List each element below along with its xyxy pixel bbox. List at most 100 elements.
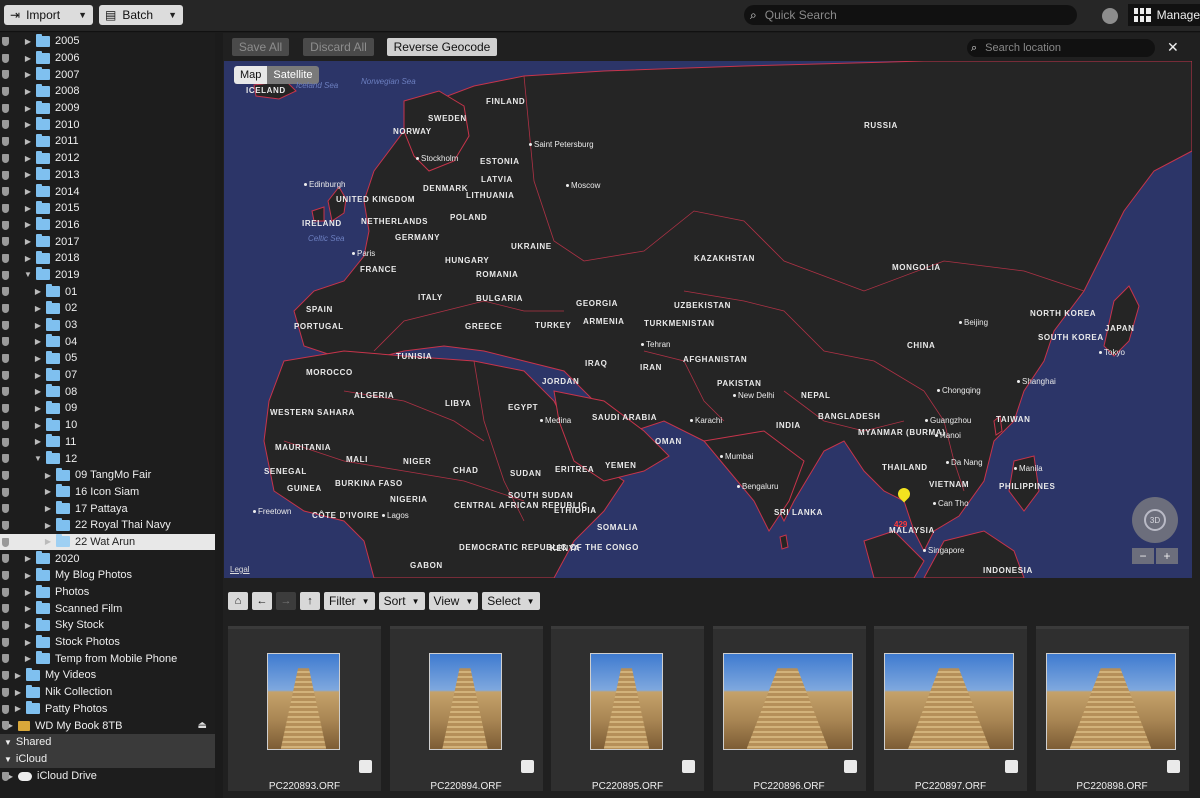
map-view[interactable]: Map Satellite ICELAND FINLAND SWEDEN NORWAY… <box>224 61 1192 578</box>
disclosure-closed-icon[interactable]: ▶ <box>24 154 32 163</box>
tree-item-month[interactable]: ▶ 04 <box>0 333 215 350</box>
tree-item-year[interactable]: ▶ 2009 <box>0 100 215 117</box>
disclosure-closed-icon[interactable]: ▶ <box>14 704 22 713</box>
disclosure-open-icon[interactable]: ▼ <box>24 270 32 279</box>
select-checkbox[interactable] <box>1166 760 1180 773</box>
disclosure-closed-icon[interactable]: ▶ <box>44 537 52 546</box>
tree-item-folder[interactable]: ▶ My Blog Photos <box>0 567 215 584</box>
manage-button[interactable]: Manage <box>1128 4 1200 26</box>
disclosure-open-icon[interactable]: ▼ <box>34 454 42 463</box>
select-checkbox[interactable] <box>843 760 857 773</box>
tree-item-event-selected[interactable]: ▶ 22 Wat Arun <box>0 533 215 551</box>
map-toggle-button[interactable]: Map <box>234 66 268 84</box>
tree-item-year[interactable]: ▶ 2011 <box>0 133 215 150</box>
tree-item-month[interactable]: ▶ 10 <box>0 417 215 434</box>
tree-item-folder[interactable]: ▶ Scanned Film <box>0 600 215 617</box>
tree-item-year[interactable]: ▶ 2015 <box>0 200 215 217</box>
tree-item-event[interactable]: ▶ 16 Icon Siam <box>0 484 215 501</box>
section-shared[interactable]: ▼ Shared <box>0 733 215 751</box>
import-button[interactable]: ⇥ Import ▼ <box>4 5 93 25</box>
disclosure-closed-icon[interactable]: ▶ <box>24 220 32 229</box>
legal-link[interactable]: Legal <box>230 565 250 574</box>
reverse-geocode-button[interactable]: Reverse Geocode <box>387 38 497 56</box>
back-button[interactable]: ← <box>252 592 272 610</box>
section-icloud[interactable]: ▼ iCloud <box>0 750 215 768</box>
disclosure-closed-icon[interactable]: ▶ <box>34 371 42 380</box>
user-icon[interactable] <box>1102 8 1118 24</box>
disclosure-closed-icon[interactable]: ▶ <box>24 638 32 647</box>
tree-item-folder[interactable]: ▶ Patty Photos <box>0 701 215 718</box>
tree-item-month[interactable]: ▶ 08 <box>0 383 215 400</box>
thumbnail-cell[interactable]: PC220895.ORF <box>551 626 704 792</box>
tree-item-year[interactable]: ▶ 2007 <box>0 66 215 83</box>
disclosure-closed-icon[interactable]: ▶ <box>24 237 32 246</box>
photo-thumbnail[interactable] <box>428 653 502 750</box>
tree-item-month[interactable]: ▶ 11 <box>0 434 215 451</box>
disclosure-closed-icon[interactable]: ▶ <box>24 54 32 63</box>
disclosure-closed-icon[interactable]: ▶ <box>34 437 42 446</box>
quick-search-input[interactable]: ⌕ Quick Search <box>744 5 1077 25</box>
disclosure-open-icon[interactable]: ▼ <box>4 738 12 747</box>
select-checkbox[interactable] <box>520 760 534 773</box>
disclosure-closed-icon[interactable]: ▶ <box>24 104 32 113</box>
tree-item-year[interactable]: ▶ 2018 <box>0 250 215 267</box>
select-checkbox[interactable] <box>1005 760 1018 773</box>
thumbnail-cell[interactable]: PC220893.ORF <box>228 626 381 792</box>
photo-thumbnail[interactable] <box>590 653 663 750</box>
discard-all-button[interactable]: Discard All <box>303 38 374 56</box>
tree-item-folder[interactable]: ▶ Temp from Mobile Phone <box>0 650 215 667</box>
select-dropdown[interactable]: Select ▼ <box>482 592 540 610</box>
eject-icon[interactable]: ⏏ <box>198 720 207 731</box>
disclosure-closed-icon[interactable]: ▶ <box>34 337 42 346</box>
disclosure-closed-icon[interactable]: ▶ <box>34 354 42 363</box>
disclosure-closed-icon[interactable]: ▶ <box>34 404 42 413</box>
disclosure-closed-icon[interactable]: ▶ <box>14 671 22 680</box>
tree-item-year[interactable]: ▶ 2010 <box>0 116 215 133</box>
sort-dropdown[interactable]: Sort ▼ <box>378 592 425 610</box>
disclosure-closed-icon[interactable]: ▶ <box>34 321 42 330</box>
tree-item-month[interactable]: ▶ 03 <box>0 317 215 334</box>
tree-item-month[interactable]: ▶ 07 <box>0 367 215 384</box>
disclosure-closed-icon[interactable]: ▶ <box>24 37 32 46</box>
disclosure-closed-icon[interactable]: ▶ <box>24 187 32 196</box>
disclosure-closed-icon[interactable]: ▶ <box>24 554 32 563</box>
tree-item-drive[interactable]: ▶ WD My Book 8TB ⏏ <box>0 717 215 734</box>
disclosure-closed-icon[interactable]: ▶ <box>14 688 22 697</box>
tree-item-year[interactable]: ▶ 2006 <box>0 50 215 67</box>
disclosure-closed-icon[interactable]: ▶ <box>24 604 32 613</box>
tree-item-icloud-drive[interactable]: ▶ iCloud Drive <box>0 768 215 785</box>
thumbnail-cell[interactable]: PC220894.ORF <box>389 626 543 792</box>
tree-item-folder[interactable]: ▶ My Videos <box>0 667 215 684</box>
tree-item-year[interactable]: ▶ 2016 <box>0 217 215 234</box>
photo-thumbnail[interactable] <box>267 653 340 750</box>
photo-thumbnail[interactable] <box>884 653 1014 750</box>
zoom-out-button[interactable]: − <box>1132 548 1154 564</box>
disclosure-closed-icon[interactable]: ▶ <box>24 654 32 663</box>
disclosure-closed-icon[interactable]: ▶ <box>24 70 32 79</box>
tree-item-year[interactable]: ▶ 2014 <box>0 183 215 200</box>
tree-item-event[interactable]: ▶ 22 Royal Thai Navy <box>0 517 215 534</box>
up-button[interactable]: ↑ <box>300 592 320 610</box>
disclosure-closed-icon[interactable]: ▶ <box>24 204 32 213</box>
tree-item-folder[interactable]: ▶ 2020 <box>0 550 215 567</box>
tree-item-month[interactable]: ▶ 05 <box>0 350 215 367</box>
disclosure-closed-icon[interactable]: ▶ <box>24 120 32 129</box>
thumbnail-cell[interactable]: PC220898.ORF <box>1035 626 1189 792</box>
tree-item-event[interactable]: ▶ 09 TangMo Fair <box>0 467 215 484</box>
tree-item-month[interactable]: ▶ 09 <box>0 400 215 417</box>
tree-item-folder[interactable]: ▶ Nik Collection <box>0 684 215 701</box>
tree-item-month[interactable]: ▼ 12 <box>0 450 215 467</box>
forward-button[interactable]: → <box>276 592 296 610</box>
location-search-input[interactable]: ⌕ Search location <box>967 39 1155 57</box>
disclosure-closed-icon[interactable]: ▶ <box>24 588 32 597</box>
disclosure-closed-icon[interactable]: ▶ <box>44 504 52 513</box>
disclosure-closed-icon[interactable]: ▶ <box>24 254 32 263</box>
disclosure-closed-icon[interactable]: ▶ <box>24 87 32 96</box>
save-all-button[interactable]: Save All <box>232 38 289 56</box>
tree-item-folder[interactable]: ▶ Photos <box>0 584 215 601</box>
tree-item-year[interactable]: ▶ 2017 <box>0 233 215 250</box>
tree-item-year[interactable]: ▶ 2013 <box>0 167 215 184</box>
disclosure-closed-icon[interactable]: ▶ <box>34 387 42 396</box>
close-icon[interactable]: ✕ <box>1167 39 1179 56</box>
select-checkbox[interactable] <box>682 760 695 773</box>
